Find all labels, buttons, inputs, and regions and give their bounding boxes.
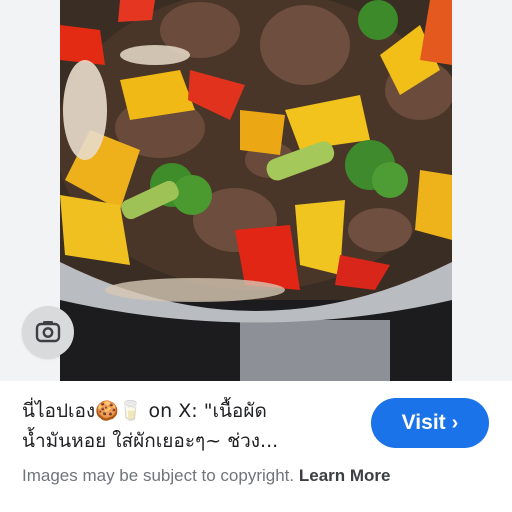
caption-line-1: นี่ไอปเอง🍪🥛 on X: "เนื้อผัด [22,400,267,422]
copyright-text: Images may be subject to copyright. [22,466,295,485]
lens-icon [35,321,61,343]
caption-line-2: น้ำมันหอย ใส่ผักเยอะๆ~ ช่วง... [22,430,279,452]
stir-fry-photo [60,0,452,381]
visit-button[interactable]: Visit › [371,398,489,448]
learn-more-link[interactable]: Learn More [299,466,391,485]
copyright-notice: Images may be subject to copyright. Lear… [22,466,502,486]
chevron-right-icon: › [451,411,459,434]
image-preview-area [0,0,512,381]
result-image[interactable] [60,0,452,381]
google-lens-button[interactable] [22,306,74,358]
result-caption[interactable]: นี่ไอปเอง🍪🥛 on X: "เนื้อผัด น้ำมันหอย ใส… [22,396,352,456]
visit-label: Visit [401,411,446,434]
